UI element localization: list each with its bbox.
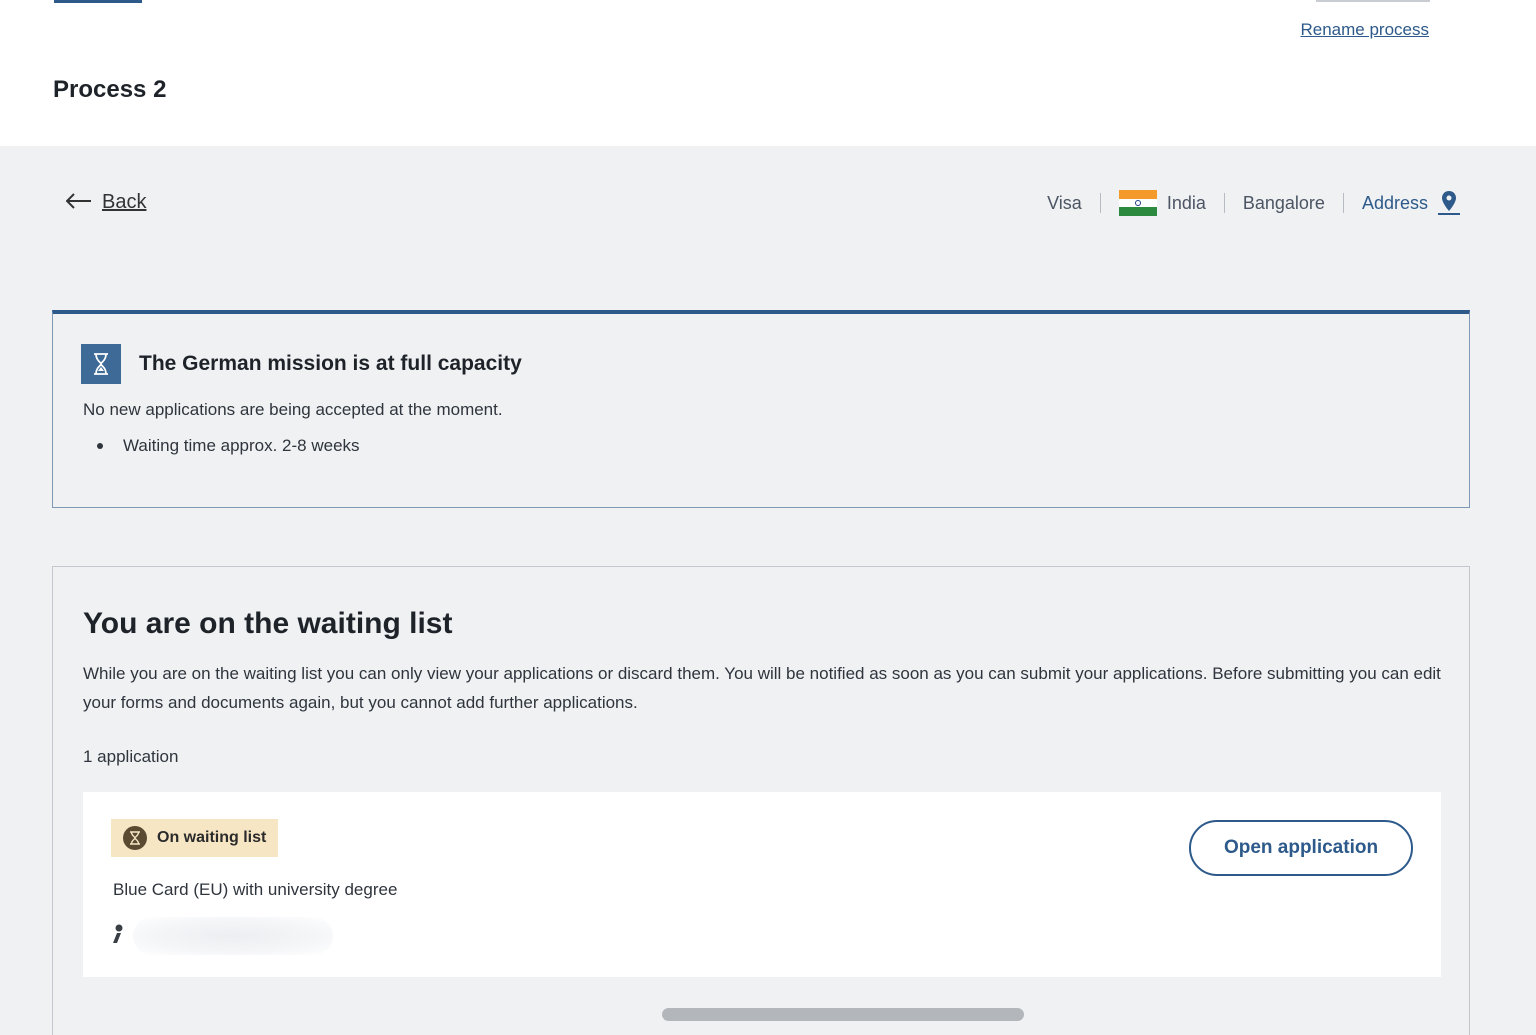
applicant-name-redacted: [133, 917, 333, 955]
hourglass-icon: [123, 826, 147, 850]
address-label: Address: [1361, 192, 1428, 213]
applicant-row: [111, 917, 333, 955]
back-link[interactable]: Back: [65, 190, 147, 214]
waiting-list-panel: You are on the waiting list While you ar…: [52, 566, 1470, 1035]
status-badge: On waiting list: [111, 819, 279, 857]
bullet-dot: [97, 443, 103, 449]
crumb-separator: [1099, 193, 1101, 213]
waiting-list-description: While you are on the waiting list you ca…: [83, 664, 1441, 712]
address-link[interactable]: Address: [1362, 191, 1460, 215]
active-tab-indicator: [54, 0, 142, 3]
open-application-button[interactable]: Open application: [1189, 820, 1413, 876]
notice-header: The German mission is at full capacity: [81, 344, 522, 384]
hourglass-icon: [81, 344, 121, 384]
rename-process-link[interactable]: Rename process: [1300, 20, 1429, 40]
waiting-time-text: Waiting time approx. 2-8 weeks: [123, 436, 360, 455]
top-header: Rename process Process 2: [0, 0, 1536, 146]
arrow-left-icon: [65, 190, 92, 214]
crumb-category: Visa: [1047, 192, 1082, 213]
india-flag-icon: [1118, 190, 1157, 217]
breadcrumb: Visa India Bangalore Address: [1047, 190, 1460, 217]
crumb-city: Bangalore: [1242, 192, 1325, 213]
back-label: Back: [102, 190, 147, 213]
waiting-list-title: You are on the waiting list: [83, 607, 453, 640]
crumb-separator: [1223, 193, 1225, 213]
notice-title: The German mission is at full capacity: [139, 352, 522, 375]
map-pin-icon: [1438, 191, 1460, 215]
crumb-separator: [1342, 193, 1344, 213]
person-icon: [111, 924, 125, 949]
capacity-notice: The German mission is at full capacity N…: [52, 310, 1470, 508]
tab-divider: [1316, 0, 1430, 2]
scrollbar[interactable]: [662, 1008, 1024, 1021]
application-name: Blue Card (EU) with university degree: [113, 880, 398, 899]
notice-bullet: Waiting time approx. 2-8 weeks: [97, 436, 360, 456]
notice-text: No new applications are being accepted a…: [83, 400, 503, 419]
application-count: 1 application: [83, 747, 179, 766]
application-card: On waiting list Blue Card (EU) with univ…: [83, 792, 1441, 977]
crumb-country: India: [1166, 192, 1206, 213]
page-title: Process 2: [53, 76, 167, 103]
status-label: On waiting list: [157, 829, 267, 846]
